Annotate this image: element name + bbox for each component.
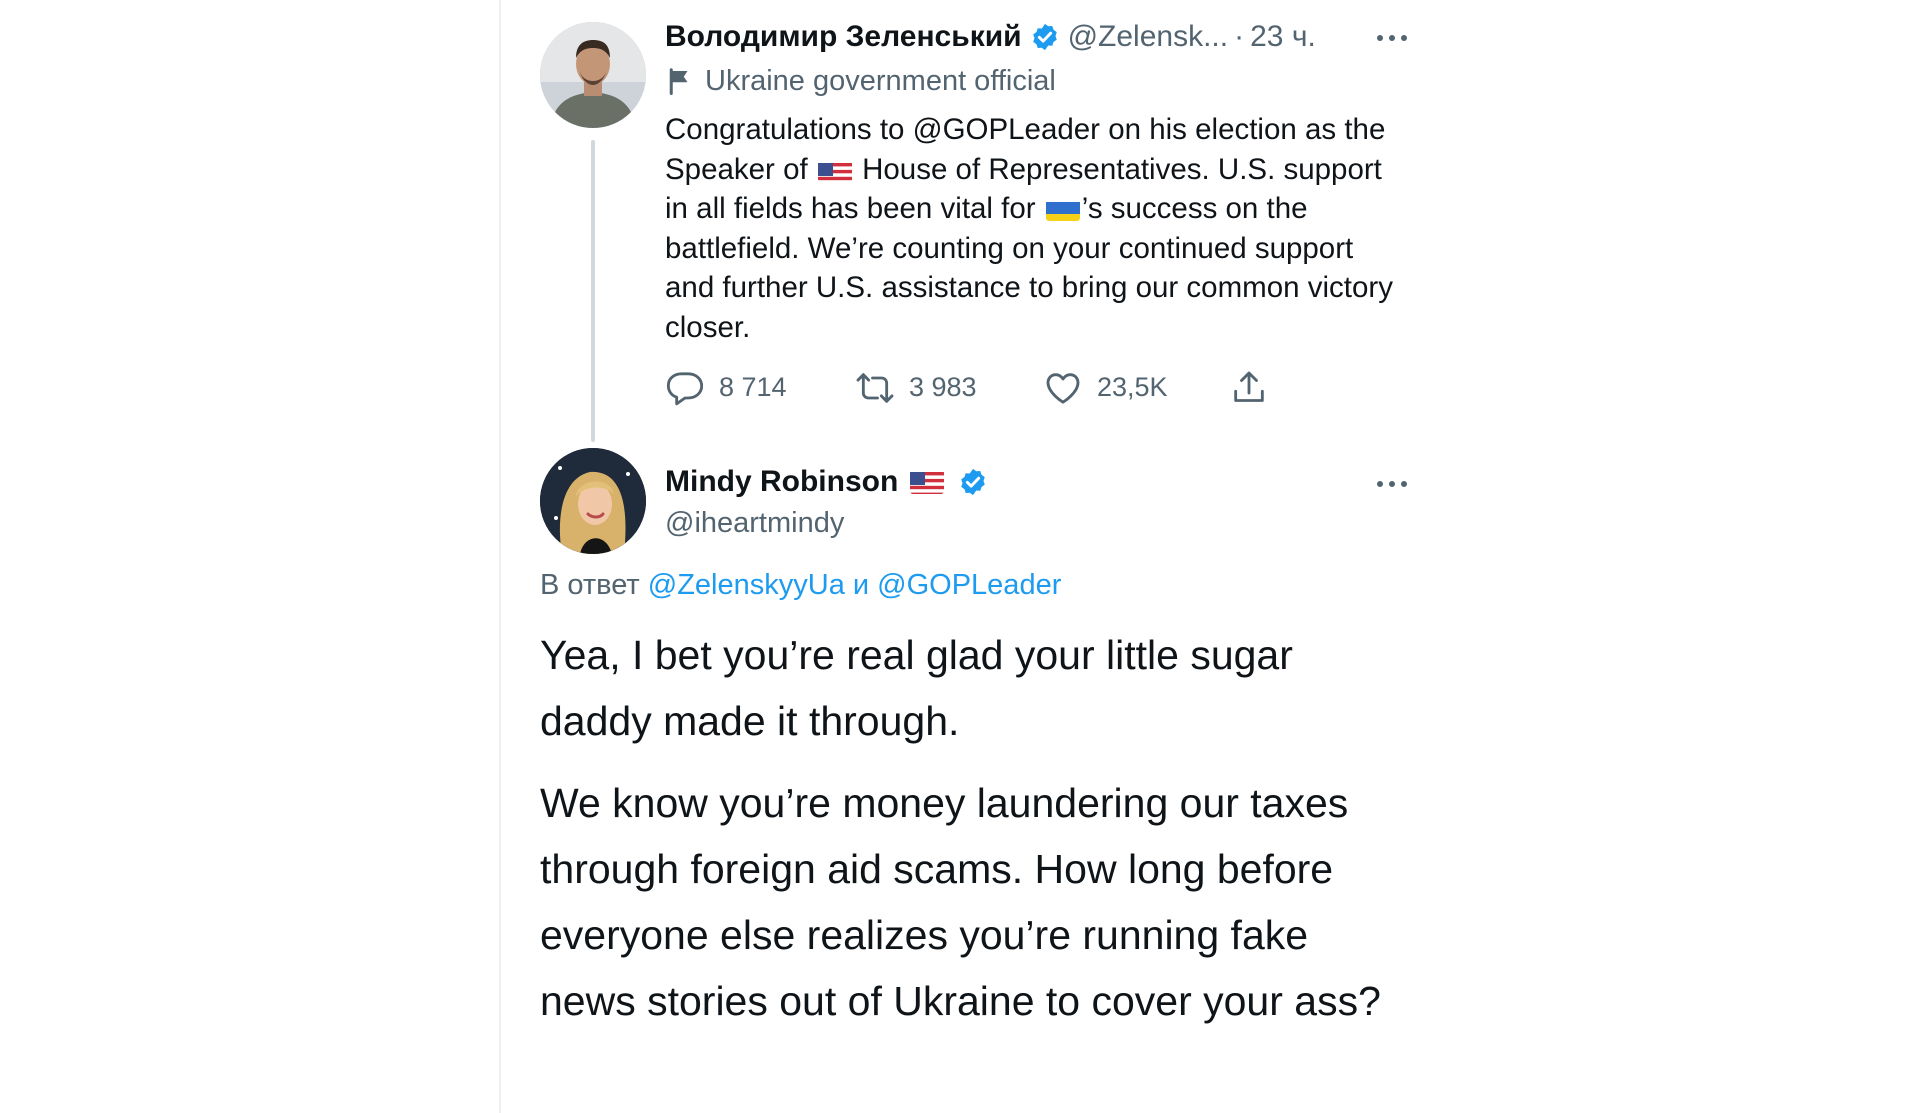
us-flag-emoji xyxy=(910,470,945,494)
mindy-avatar[interactable] xyxy=(540,448,646,554)
tweet-timestamp[interactable]: 23 ч. xyxy=(1250,20,1316,54)
ukraine-flag-emoji xyxy=(1045,197,1080,222)
reply-count: 8 714 xyxy=(719,372,787,403)
share-button[interactable] xyxy=(1229,368,1269,408)
verified-icon xyxy=(961,468,986,496)
like-button[interactable]: 23,5K xyxy=(1043,368,1229,408)
government-label: Ukraine government official xyxy=(665,62,1410,100)
author-name[interactable]: Володимир Зеленський xyxy=(665,20,1022,54)
flag-icon xyxy=(669,68,688,95)
verified-icon xyxy=(1032,23,1057,51)
reply-button[interactable]: 8 714 xyxy=(665,368,855,408)
government-label-text: Ukraine government official xyxy=(705,64,1056,97)
tweet-2-text: Yea, I bet you’re real glad your little … xyxy=(540,622,1400,1034)
share-icon xyxy=(1234,371,1264,402)
retweet-icon xyxy=(856,372,894,403)
retweet-count: 3 983 xyxy=(909,372,977,403)
tweet-1-actions: 8 714 3 983 23,5K xyxy=(665,368,1410,408)
replying-to-prefix: В ответ xyxy=(540,569,648,601)
reply-mention-zelenskyyua[interactable]: @ZelenskyyUa xyxy=(648,569,845,601)
retweet-button[interactable]: 3 983 xyxy=(855,368,1043,408)
zelensky-avatar[interactable] xyxy=(540,22,646,128)
tweet-1-text: Congratulations to @GOPLeader on his ele… xyxy=(665,110,1410,348)
like-count: 23,5K xyxy=(1097,372,1168,403)
reply-author-handle[interactable]: @iheartmindy xyxy=(665,504,1410,542)
replying-to: В ответ @ZelenskyyUa и @GOPLeader xyxy=(540,569,1061,602)
tweet-thread: Володимир Зеленський @Zelensk... · 23 ч.… xyxy=(540,0,1407,1113)
more-icon[interactable] xyxy=(1374,28,1410,48)
author-handle[interactable]: @Zelensk... xyxy=(1068,20,1229,54)
reply-mention-gopleader[interactable]: @GOPLeader xyxy=(877,569,1061,601)
us-flag-emoji xyxy=(817,158,852,182)
reply-conjunction: и xyxy=(844,569,878,601)
more-icon[interactable] xyxy=(1374,474,1410,494)
page-divider xyxy=(499,0,501,1113)
tweet-1[interactable]: Володимир Зеленський @Zelensk... · 23 ч.… xyxy=(665,18,1410,408)
tweet-2-paragraph-1: Yea, I bet you’re real glad your little … xyxy=(540,632,1293,744)
thread-connector-line xyxy=(591,140,595,442)
tweet-1-header: Володимир Зеленський @Zelensk... · 23 ч. xyxy=(665,18,1410,56)
like-icon xyxy=(1046,372,1080,404)
separator-dot: · xyxy=(1234,20,1245,53)
reply-author-name[interactable]: Mindy Robinson xyxy=(665,465,898,499)
reply-icon xyxy=(666,371,704,405)
tweet-2-paragraph-2: We know you’re money laundering our taxe… xyxy=(540,780,1381,1024)
tweet-2-header: Mindy Robinson @iheartmindy xyxy=(665,462,1410,542)
